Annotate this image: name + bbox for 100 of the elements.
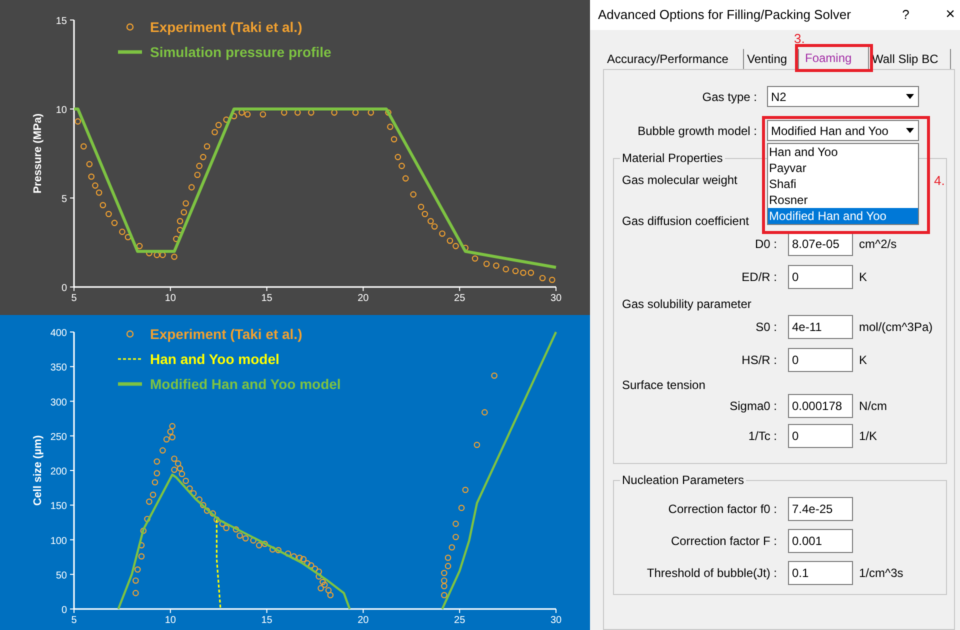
- tick-label: 15: [56, 16, 67, 27]
- data-point: [182, 200, 189, 206]
- tick-label: 15: [261, 615, 272, 626]
- data-point: [385, 109, 392, 116]
- field-label: S0 :: [754, 319, 777, 336]
- legend-label: Experiment (Taki et al.): [150, 19, 302, 35]
- tick-label: 200: [50, 466, 67, 478]
- tick-label: 250: [50, 432, 67, 443]
- data-point: [86, 161, 93, 168]
- field-label: Correction factor F :: [670, 533, 777, 550]
- tick-label: 400: [50, 328, 67, 339]
- input-field[interactable]: 0: [788, 348, 853, 372]
- data-point: [138, 542, 145, 548]
- axis-title: Pressure (MPa): [32, 113, 44, 194]
- dropdown-option[interactable]: Rosner: [768, 192, 918, 208]
- callout-number: 4.: [934, 172, 945, 190]
- data-point: [134, 566, 141, 573]
- tab[interactable]: Wall Slip BC: [869, 49, 951, 69]
- legend-label: Modified Han and Yoo model: [150, 376, 341, 392]
- input-field[interactable]: 4e-11: [788, 315, 853, 339]
- data-point: [132, 590, 139, 596]
- dropdown-option[interactable]: Han and Yoo: [768, 144, 918, 160]
- dropdown-option[interactable]: Shafi: [768, 176, 918, 192]
- close-button[interactable]: ×: [940, 3, 960, 27]
- input-field[interactable]: 7.4e-25: [788, 497, 853, 521]
- tick-label: 10: [164, 615, 176, 626]
- dropdown-value: N2: [770, 88, 788, 106]
- unit-label: K: [859, 269, 868, 286]
- tick-label: 15: [261, 293, 272, 304]
- input-field[interactable]: 0.001: [788, 529, 853, 553]
- data-point: [154, 470, 160, 476]
- tick-label: 25: [454, 293, 466, 304]
- data-point: [138, 553, 145, 560]
- data-point: [111, 220, 118, 226]
- data-point: [444, 554, 452, 561]
- data-point: [74, 118, 81, 125]
- data-point: [171, 254, 178, 260]
- tick-label: 350: [50, 362, 67, 374]
- tick-label: 10: [164, 293, 176, 304]
- data-point: [472, 255, 478, 262]
- tick-label: 5: [71, 293, 77, 304]
- field-label: Correction factor f0 :: [667, 501, 777, 518]
- axis-title: Cell size (µm): [32, 435, 44, 506]
- input-field[interactable]: 0: [788, 424, 853, 448]
- unit-label: cm^2/s: [859, 236, 897, 253]
- data-point: [260, 111, 266, 118]
- tab[interactable]: Accuracy/Performance: [604, 49, 744, 69]
- caret-icon: [906, 128, 914, 133]
- input-field[interactable]: 0.1: [788, 561, 853, 585]
- data-point: [180, 209, 188, 216]
- data-point: [539, 274, 546, 282]
- data-point: [387, 124, 394, 130]
- data-point: [474, 442, 480, 448]
- data-point: [204, 143, 210, 150]
- field-label: ED/R :: [740, 269, 777, 286]
- field-label: Threshold of bubble(Jt) :: [646, 565, 777, 582]
- data-point: [410, 191, 416, 198]
- legend-swatch: [118, 50, 142, 54]
- data-point: [154, 458, 160, 465]
- gas-type-dropdown[interactable]: N2: [767, 86, 919, 107]
- legend-label: Experiment (Taki et al.): [150, 326, 302, 342]
- input-field[interactable]: 8.07e-05: [788, 232, 853, 256]
- data-point: [200, 154, 206, 160]
- data-point: [448, 544, 456, 551]
- group-title: Material Properties: [620, 150, 725, 166]
- section-heading: Surface tension: [622, 377, 706, 394]
- field-label: HS/R :: [740, 352, 777, 369]
- help-button[interactable]: ?: [896, 5, 916, 25]
- data-point: [398, 162, 405, 170]
- data-point: [482, 409, 488, 416]
- tick-label: 20: [358, 293, 369, 304]
- data-point: [160, 447, 166, 454]
- unit-label: 1/cm^3s: [859, 565, 904, 582]
- data-point: [281, 109, 288, 116]
- tick-label: 30: [550, 615, 562, 626]
- data-point: [502, 266, 510, 272]
- unit-label: K: [859, 352, 868, 369]
- data-point: [352, 109, 359, 116]
- data-point: [462, 244, 469, 251]
- unit-label: 1/K: [859, 428, 878, 445]
- data-point: [394, 154, 402, 160]
- dropdown-option[interactable]: Modified Han and Yoo: [768, 208, 918, 224]
- data-point: [331, 109, 338, 116]
- input-field[interactable]: 0: [788, 265, 853, 289]
- input-field[interactable]: 0.000178: [788, 394, 853, 418]
- data-point: [493, 262, 500, 269]
- tick-label: 150: [50, 501, 67, 512]
- dropdown-option[interactable]: Payvar: [768, 160, 918, 176]
- data-point: [100, 202, 106, 208]
- data-point: [173, 236, 180, 242]
- data-point: [390, 136, 398, 142]
- data-point: [88, 173, 94, 180]
- field-label: Sigma0 :: [728, 398, 777, 415]
- tick-label: 20: [358, 615, 369, 626]
- data-point: [106, 210, 112, 218]
- tick-label: 25: [454, 615, 466, 626]
- tick-label: 300: [50, 397, 67, 408]
- data-point: [194, 172, 201, 178]
- bubble-model-dropdown[interactable]: Modified Han and Yoo: [767, 120, 919, 141]
- tick-label: 0: [61, 283, 67, 294]
